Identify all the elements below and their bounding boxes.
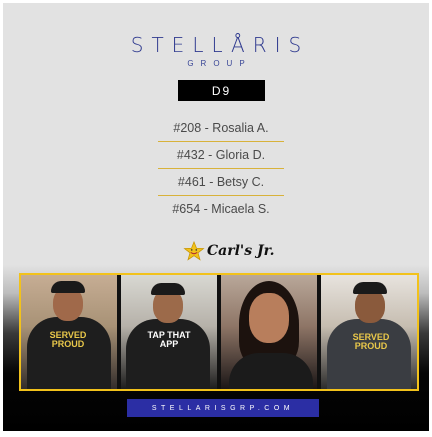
logo-text: Carl's Jr. bbox=[207, 243, 275, 259]
list-item: #208 - Rosalia A. bbox=[158, 115, 284, 142]
photo-betsy bbox=[221, 275, 317, 389]
shirt-text: SERVED PROUD bbox=[352, 332, 390, 351]
promo-card: STELLÅRIS GROUP D9 #208 - Rosalia A. #43… bbox=[3, 3, 429, 431]
list-item: #461 - Betsy C. bbox=[158, 169, 284, 196]
photo-micaela: SERVED PROUD bbox=[321, 275, 417, 389]
employee-list: #208 - Rosalia A. #432 - Gloria D. #461 … bbox=[158, 115, 284, 222]
photo-strip: SERVED PROUD TAP THAT APP SERVED PROUD bbox=[19, 273, 419, 391]
district-badge: D9 bbox=[178, 80, 265, 101]
star-icon bbox=[183, 241, 205, 261]
list-item: #432 - Gloria D. bbox=[158, 142, 284, 169]
carls-jr-logo: Carl's Jr. bbox=[183, 241, 275, 261]
list-item: #654 - Micaela S. bbox=[172, 202, 270, 216]
brand-name: STELLÅRIS bbox=[130, 33, 310, 57]
brand-subtitle: GROUP bbox=[187, 59, 252, 68]
shirt-text: SERVED PROUD bbox=[49, 330, 87, 349]
photo-gloria: TAP THAT APP bbox=[121, 275, 217, 389]
website-banner: STELLARISGRP.COM bbox=[127, 399, 319, 417]
shirt-text: TAP THAT APP bbox=[147, 330, 191, 349]
photo-rosalia: SERVED PROUD bbox=[21, 275, 117, 389]
brand-logo: STELLÅRIS GROUP bbox=[3, 33, 429, 68]
